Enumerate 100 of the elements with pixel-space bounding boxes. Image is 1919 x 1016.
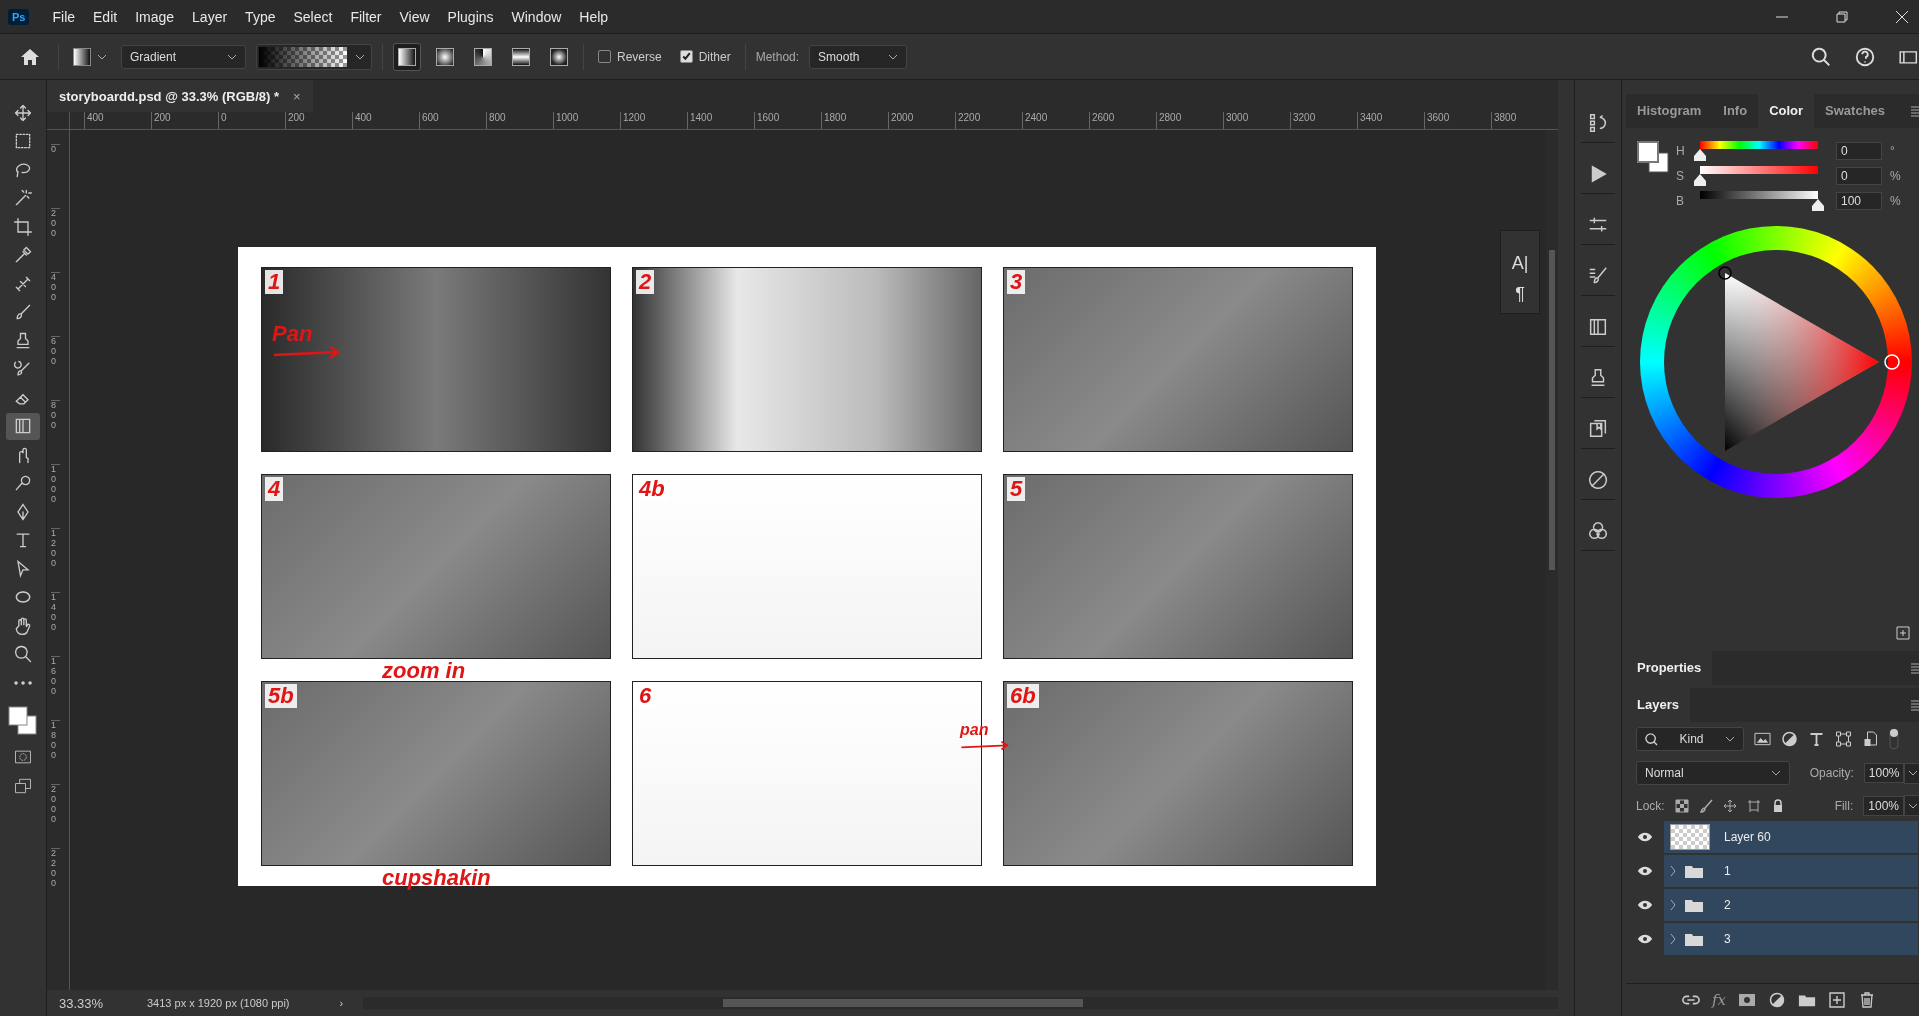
panel-icon-button[interactable]: A| (1511, 253, 1529, 274)
method-dropdown[interactable]: Smooth (809, 44, 908, 69)
menu-item[interactable]: Layer (183, 8, 237, 25)
menu-item[interactable]: File (43, 8, 85, 25)
brush-icon[interactable] (1698, 798, 1713, 813)
value-field[interactable]: 0 (1836, 142, 1882, 160)
filter-toggle[interactable] (1889, 728, 1899, 750)
search-icon[interactable] (1810, 45, 1832, 68)
panel-tab[interactable]: Info (1712, 94, 1759, 128)
menu-item[interactable]: Plugins (438, 8, 503, 25)
ruler-label: 2000 (51, 784, 60, 848)
close-icon[interactable] (1894, 8, 1910, 25)
menu-item[interactable]: Edit (84, 8, 127, 25)
caret-icon[interactable] (1908, 802, 1918, 809)
caret-icon (355, 53, 365, 60)
image-icon[interactable] (1754, 731, 1771, 747)
mask-icon[interactable] (1738, 992, 1756, 1008)
move-icon[interactable] (1722, 798, 1737, 813)
layer-filter-dropdown[interactable]: Kind (1636, 727, 1744, 751)
chevron-icon[interactable] (1670, 933, 1676, 945)
eye-icon[interactable] (1637, 866, 1653, 876)
help-icon[interactable] (1854, 45, 1876, 68)
menu-item[interactable]: Image (126, 8, 184, 25)
slider-thumb[interactable] (1812, 199, 1824, 211)
layer-row[interactable]: 2 (1664, 889, 1918, 921)
layer-name: 1 (1724, 864, 1731, 878)
value-field[interactable]: 100 (1836, 192, 1882, 210)
option-checkbox[interactable]: Reverse (594, 49, 666, 64)
channels-icon (1587, 520, 1609, 542)
ruler-label: 1800 (821, 112, 888, 129)
panel-number: 4 (265, 476, 284, 501)
panel-tab[interactable]: Layers (1626, 688, 1690, 722)
chevron-icon[interactable] (1670, 899, 1676, 911)
layer-row[interactable]: Layer 60 (1664, 821, 1918, 853)
ruler-label: 2200 (955, 112, 1022, 129)
panel-tab[interactable]: Swatches (1814, 94, 1897, 128)
panel-number: 6b (1007, 683, 1039, 708)
value-field[interactable]: 0 (1836, 167, 1882, 185)
panel-number: 3 (1007, 269, 1026, 294)
opacity-field[interactable]: 100% (1863, 763, 1905, 783)
ruler-label: 400 (352, 112, 419, 129)
adjustment-icon[interactable] (1781, 731, 1798, 747)
zoom-icon (13, 644, 33, 665)
gradient-picker[interactable] (256, 43, 372, 70)
document-tab[interactable]: storyboardd.psd @ 33.3% (RGB/8) * × (47, 80, 313, 112)
eye-icon[interactable] (1637, 900, 1653, 910)
menu-item[interactable]: Select (284, 8, 342, 25)
chevron-icon[interactable] (1670, 865, 1676, 877)
menu-item[interactable]: Window (502, 8, 571, 25)
add-icon[interactable] (1896, 626, 1910, 640)
zoom-level[interactable]: 33.33% (47, 995, 117, 1011)
eye-icon[interactable] (1637, 934, 1653, 944)
option-checkbox[interactable]: Dither (675, 49, 735, 64)
type-icon[interactable] (1808, 731, 1825, 747)
lock-label: Lock: (1636, 798, 1665, 813)
tool-button[interactable] (6, 412, 40, 440)
add-icon[interactable] (1828, 992, 1846, 1008)
tab-close-button[interactable]: × (293, 88, 301, 104)
menu-item[interactable]: View (390, 8, 439, 25)
transform-icon[interactable] (1835, 731, 1852, 747)
caret-icon[interactable] (1908, 770, 1919, 776)
panel-tab[interactable]: Histogram (1626, 94, 1713, 128)
fill-field[interactable]: 100% (1863, 795, 1904, 816)
menu-item[interactable]: Help (570, 8, 618, 25)
ruler-label: 2200 (51, 848, 60, 912)
slider-thumb[interactable] (1694, 149, 1706, 161)
app-logo: Ps (8, 8, 30, 25)
eye-icon[interactable] (1637, 832, 1653, 842)
panel-tab[interactable]: Color (1758, 94, 1815, 128)
color-swatches-icon[interactable] (6, 703, 40, 738)
layer-style-button[interactable]: fx (1712, 991, 1726, 1009)
smart-object-icon[interactable] (1862, 731, 1879, 747)
checker-icon[interactable] (1674, 798, 1689, 813)
artboard-icon[interactable] (1746, 798, 1761, 813)
gradient-type-button[interactable] (393, 42, 421, 71)
layer-row[interactable]: 3 (1664, 923, 1918, 955)
ruler-label: 3800 (1491, 112, 1558, 129)
caret-icon (1770, 770, 1781, 776)
panel-number: 5 (1007, 476, 1026, 501)
ruler-label: 200 (151, 112, 218, 129)
gradient-icon (1587, 316, 1609, 338)
slider-thumb[interactable] (1694, 174, 1706, 186)
blend-mode-dropdown[interactable]: Normal (1636, 761, 1790, 785)
folder-icon (1684, 931, 1704, 947)
gradient-preset-dropdown[interactable]: Gradient (121, 44, 246, 69)
trash-icon[interactable] (1858, 992, 1876, 1008)
more-icon (13, 679, 33, 686)
status-menu-arrow[interactable]: › (339, 997, 364, 1009)
panel-icon-button[interactable]: ¶ (1515, 284, 1525, 305)
ruler-label: 600 (419, 112, 486, 129)
document-info: 3413 px x 1920 px (1080 ppi) (146, 997, 291, 1009)
color-swatches-icon[interactable] (1636, 140, 1670, 174)
menu-item[interactable]: Filter (341, 8, 391, 25)
move-tool-icon (13, 102, 33, 123)
menu-item[interactable]: Type (236, 8, 285, 25)
restore-icon[interactable] (1834, 8, 1850, 25)
scrollbar-thumb[interactable] (723, 999, 1084, 1007)
adjustment-icon[interactable] (1768, 992, 1786, 1008)
layer-row[interactable]: 1 (1664, 855, 1918, 887)
scrollbar-thumb[interactable] (1549, 250, 1555, 570)
